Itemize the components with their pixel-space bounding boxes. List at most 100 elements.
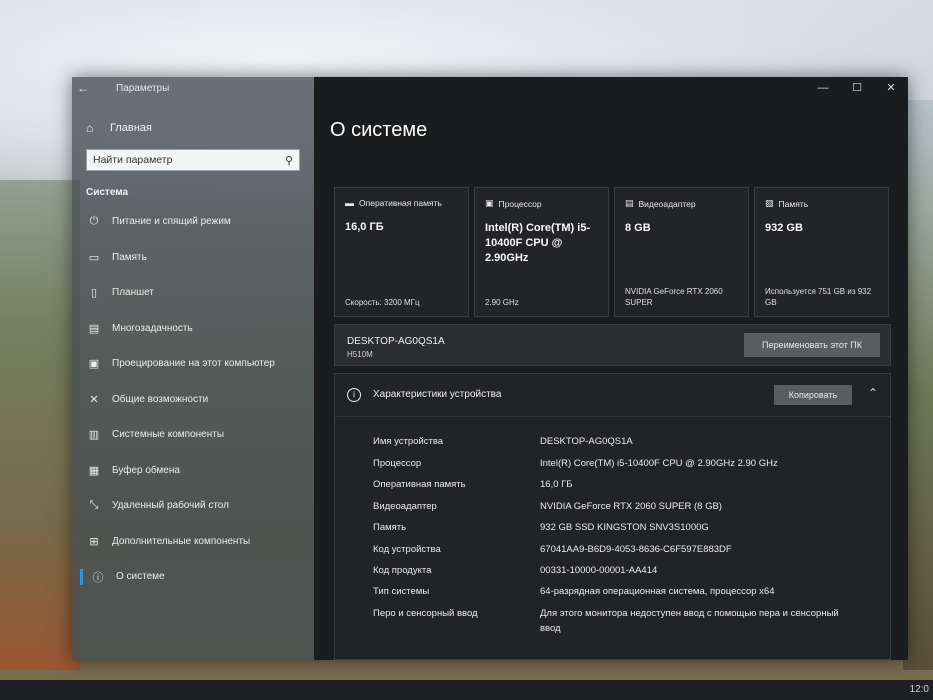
- card-value: Intel(R) Core(TM) i5-10400F CPU @ 2.90GH…: [485, 222, 591, 264]
- sidebar-item-clipboard[interactable]: ▦ Буфер обмена: [72, 453, 314, 489]
- spec-value: Intel(R) Core(TM) i5-10400F CPU @ 2.90GH…: [540, 458, 778, 469]
- main-pane: — ☐ ✕ О системе ▬ Оперативная память 16,0…: [314, 77, 908, 660]
- page-title: О системе: [330, 119, 428, 141]
- system-components-icon: ▥: [88, 429, 100, 442]
- sidebar-item-multitasking[interactable]: ▤ Многозадачность: [72, 311, 314, 347]
- maximize-icon[interactable]: ☐: [840, 77, 874, 99]
- home-icon: ⌂: [86, 121, 94, 135]
- sidebar-item-shared-experiences[interactable]: ✕ Общие возможности: [72, 382, 314, 418]
- sidebar-item-about[interactable]: ⓘ О системе: [72, 559, 314, 595]
- minimize-icon[interactable]: —: [806, 77, 840, 99]
- device-name-bar: DESKTOP-AG0QS1A H510M Переименовать этот…: [334, 324, 891, 366]
- card-label: Память: [778, 198, 809, 209]
- home-label: Главная: [110, 122, 152, 134]
- specs-title: Характеристики устройства: [373, 389, 502, 400]
- spec-label: Перо и сенсорный ввод: [373, 608, 478, 619]
- card-foot: Скорость: 3200 МГц: [345, 298, 420, 307]
- storage-icon: ▭: [88, 251, 100, 264]
- projecting-icon: ▣: [88, 358, 100, 371]
- sidebar-item-label: Удаленный рабочий стол: [112, 500, 229, 512]
- summary-cards: ▬ Оперативная память 16,0 ГБ Скорость: 32…: [334, 187, 889, 317]
- settings-window: ← Параметры ⌂ Главная ⚲ Система ⏻ Питани…: [72, 77, 908, 660]
- card-foot: 2.90 GHz: [485, 298, 519, 307]
- sidebar-item-label: Многозадачность: [112, 322, 193, 334]
- device-model: H510M: [347, 350, 373, 359]
- card-value: 932 GB: [765, 222, 803, 234]
- spec-value: NVIDIA GeForce RTX 2060 SUPER (8 GB): [540, 501, 722, 512]
- window-title: Параметры: [116, 82, 170, 94]
- cpu-icon: ▣: [485, 198, 494, 208]
- storage-card: ▧ Память 932 GB Используется 751 GB из 93…: [754, 187, 889, 317]
- spec-value: 64-разрядная операционная система, проце…: [540, 586, 775, 597]
- spec-label: Видеоадаптер: [373, 501, 437, 512]
- sidebar-item-remote-desktop[interactable]: ⤡ Удаленный рабочий стол: [72, 488, 314, 524]
- chevron-up-icon[interactable]: ⌃: [868, 386, 878, 400]
- sidebar-item-projecting[interactable]: ▣ Проецирование на этот компьютер: [72, 346, 314, 382]
- storage-card-icon: ▧: [765, 198, 774, 208]
- sidebar-item-label: Проецирование на этот компьютер: [112, 358, 275, 370]
- gpu-card: ▤ Видеоадаптер 8 GB NVIDIA GeForce RTX 20…: [614, 187, 749, 317]
- taskbar: 12:0: [0, 680, 933, 700]
- multitasking-icon: ▤: [88, 322, 100, 335]
- info-icon: i: [347, 388, 361, 402]
- sidebar-item-label: Общие возможности: [112, 393, 209, 405]
- sidebar-item-label: Системные компоненты: [112, 429, 225, 441]
- titlebar: ← Параметры: [72, 77, 314, 99]
- sidebar-item-label: Буфер обмена: [112, 464, 180, 476]
- card-value: 8 GB: [625, 222, 651, 234]
- window-controls: — ☐ ✕: [806, 77, 908, 99]
- spec-label: Имя устройства: [373, 436, 444, 447]
- sidebar-item-tablet[interactable]: ▯ Планшет: [72, 275, 314, 311]
- sidebar-item-label: О системе: [116, 571, 165, 583]
- card-label: Процессор: [498, 198, 542, 209]
- rename-pc-button[interactable]: Переименовать этот ПК: [744, 333, 880, 357]
- sidebar: ← Параметры ⌂ Главная ⚲ Система ⏻ Питани…: [72, 77, 314, 660]
- cpu-card: ▣ Процессор Intel(R) Core(TM) i5-10400F C…: [474, 187, 609, 317]
- sidebar-item-label: Дополнительные компоненты: [112, 535, 251, 547]
- ram-card: ▬ Оперативная память 16,0 ГБ Скорость: 32…: [334, 187, 469, 317]
- card-foot: NVIDIA GeForce RTX 2060 SUPER: [625, 287, 723, 307]
- sidebar-item-storage[interactable]: ▭ Память: [72, 240, 314, 276]
- wallpaper-rocks: [0, 180, 80, 670]
- spec-label: Оперативная память: [373, 479, 466, 490]
- sidebar-item-label: Питание и спящий режим: [112, 216, 231, 228]
- spec-label: Память: [373, 522, 407, 533]
- spec-value: 67041AA9-B6D9-4053-8636-C6F597E883DF: [540, 544, 732, 555]
- taskbar-clock: 12:0: [909, 684, 929, 695]
- back-arrow-icon[interactable]: ←: [72, 81, 94, 95]
- info-icon: ⓘ: [92, 571, 104, 584]
- card-foot: Используется 751 GB из 932 GB: [765, 287, 872, 307]
- search-icon[interactable]: ⚲: [279, 154, 299, 167]
- spec-value: 00331-10000-00001-AA414: [540, 565, 658, 576]
- sidebar-item-label: Планшет: [112, 287, 154, 299]
- power-icon: ⏻: [89, 215, 99, 228]
- card-value: 16,0 ГБ: [345, 221, 384, 233]
- sidebar-item-power[interactable]: ⏻ Питание и спящий режим: [72, 204, 314, 240]
- sidebar-section-label: Система: [86, 187, 129, 198]
- close-icon[interactable]: ✕: [874, 77, 908, 99]
- device-name: DESKTOP-AG0QS1A: [347, 336, 445, 347]
- spec-value: 16,0 ГБ: [540, 479, 573, 490]
- remote-desktop-icon: ⤡: [89, 499, 99, 512]
- spec-value: DESKTOP-AG0QS1A: [540, 436, 633, 447]
- sidebar-home[interactable]: ⌂ Главная: [72, 113, 314, 143]
- ram-icon: ▬: [345, 198, 354, 208]
- spec-label: Код продукта: [373, 565, 432, 576]
- device-specs-panel: i Характеристики устройства Копировать ⌃…: [334, 373, 891, 660]
- sidebar-nav: ⏻ Питание и спящий режим ▭ Память ▯ План…: [72, 204, 314, 595]
- optional-features-icon: ⊞: [89, 535, 99, 548]
- copy-button[interactable]: Копировать: [774, 385, 852, 405]
- spec-value: Для этого монитора недоступен ввод с пом…: [540, 608, 839, 634]
- spec-label: Код устройства: [373, 544, 441, 555]
- shared-experiences-icon: ✕: [89, 393, 99, 406]
- search-input[interactable]: [87, 153, 279, 167]
- spec-label: Процессор: [373, 458, 422, 469]
- clipboard-icon: ▦: [88, 464, 100, 477]
- search-box: ⚲: [86, 149, 300, 171]
- specs-header[interactable]: i Характеристики устройства Копировать ⌃: [335, 374, 890, 417]
- card-label: Видеоадаптер: [638, 198, 696, 209]
- tablet-icon: ▯: [90, 287, 98, 300]
- sidebar-item-system-components[interactable]: ▥ Системные компоненты: [72, 417, 314, 453]
- card-label: Оперативная память: [359, 198, 442, 208]
- sidebar-item-optional-features[interactable]: ⊞ Дополнительные компоненты: [72, 524, 314, 560]
